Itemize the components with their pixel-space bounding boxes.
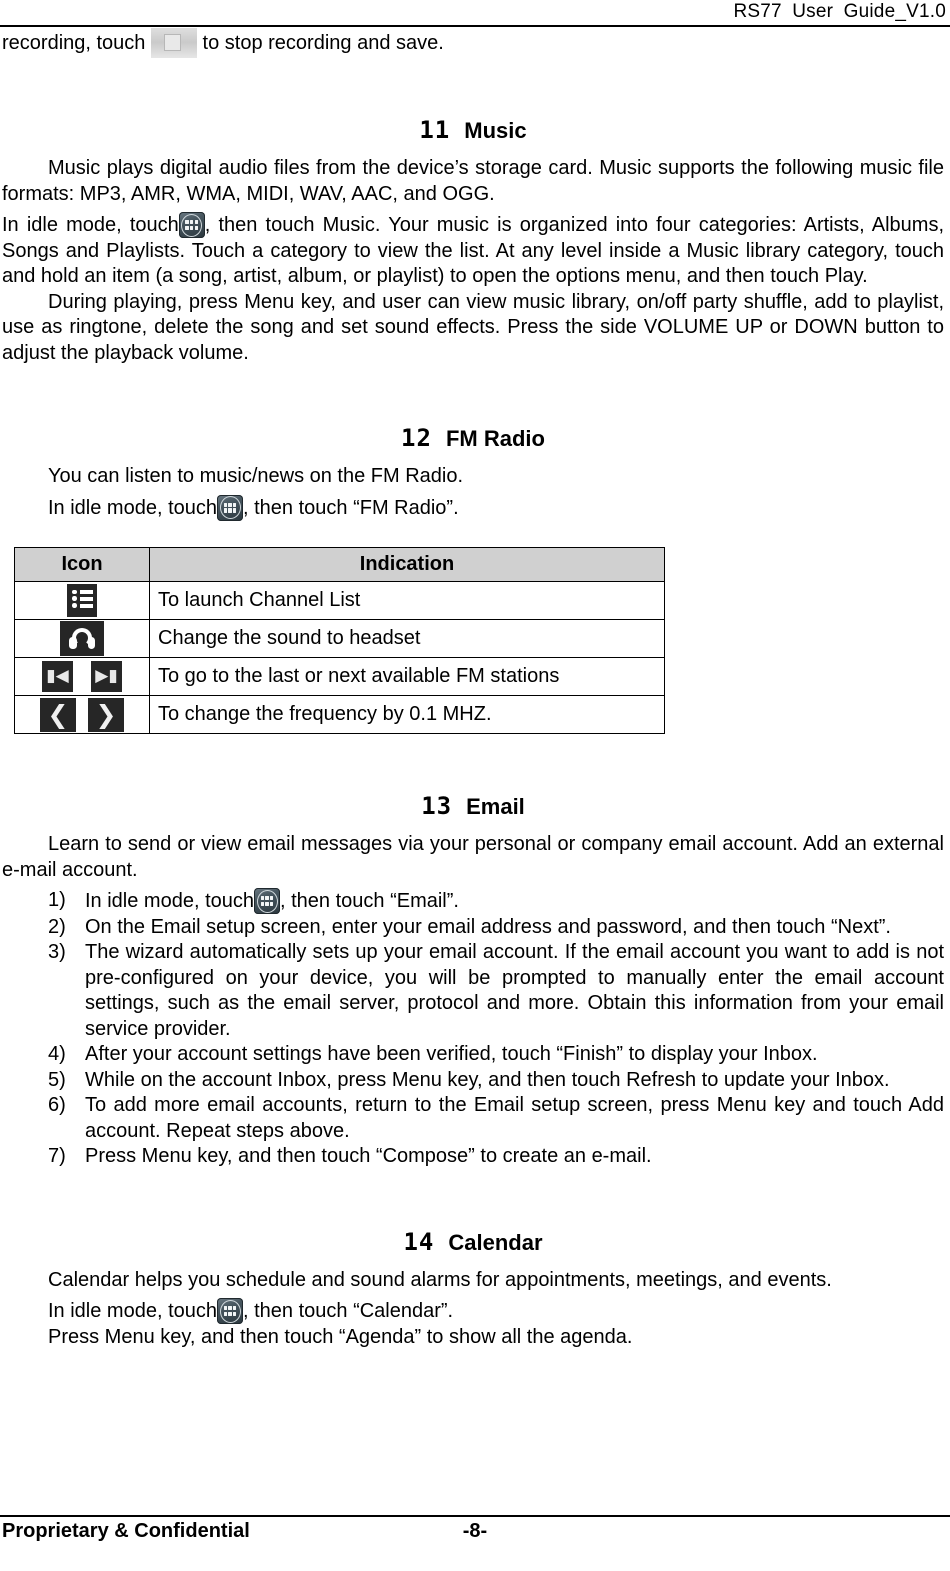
calendar-paragraph-1: Calendar helps you schedule and sound al…	[48, 1268, 832, 1291]
fm-radio-icon-table: Icon Indication To launch Channel List C…	[14, 547, 665, 734]
launcher-icon	[254, 888, 280, 914]
skip-previous-glyph: ▮◀	[46, 666, 69, 686]
list-item: While on the account Inbox, press Menu k…	[48, 1068, 890, 1093]
chevron-left-glyph: ❮	[47, 699, 69, 729]
list-item: Press Menu key, and then touch “Compose”…	[48, 1144, 652, 1169]
page-footer: Proprietary & Confidential -8-	[0, 1515, 950, 1557]
list-item: To add more email accounts, return to th…	[48, 1093, 944, 1142]
cell-indication: To go to the last or next available FM s…	[149, 657, 665, 696]
column-header-icon: Icon	[14, 547, 150, 582]
section-number: 14	[403, 1227, 435, 1256]
cell-indication: To change the frequency by 0.1 MHZ.	[149, 695, 665, 734]
list-rows	[72, 589, 93, 611]
section-heading-music: 11 Music	[2, 116, 944, 144]
table-row: Change the sound to headset	[14, 619, 665, 658]
calendar-paragraph-3: Press Menu key, and then touch “Agenda” …	[48, 1325, 633, 1348]
table-row: To launch Channel List	[14, 581, 665, 620]
headset-earcup-left	[69, 637, 77, 649]
fm-paragraph-2: In idle mode, touch , then touch “FM Radi…	[2, 494, 944, 522]
chevron-right-icon: ❯	[88, 697, 124, 732]
chevron-right-glyph: ❯	[95, 699, 117, 729]
continued-text-before: recording, touch	[2, 32, 151, 54]
step-text-before-icon: In idle mode, touch	[85, 890, 254, 912]
launcher-icon	[178, 212, 205, 238]
continued-text-after: to stop recording and save.	[196, 32, 444, 54]
launcher-icon	[217, 1298, 243, 1324]
chevron-left-icon: ❮	[40, 697, 76, 732]
cell-icon-channel-list	[14, 581, 150, 620]
section-title: Calendar	[448, 1229, 543, 1255]
fm-text-before-icon: In idle mode, touch	[48, 496, 217, 519]
music-paragraph-1: Music plays digital audio files from the…	[2, 157, 944, 205]
step-text-after-icon: , then touch “Email”.	[280, 890, 459, 912]
launcher-dot-grid	[223, 1306, 237, 1316]
footer-divider	[0, 1515, 950, 1517]
launcher-dot-grid	[185, 220, 199, 230]
cell-indication: Change the sound to headset	[149, 619, 665, 658]
list-item: After your account settings have been ve…	[48, 1042, 818, 1067]
cell-icon-headset	[14, 619, 150, 658]
section-heading-email: 13 Email	[2, 792, 944, 820]
skip-previous-icon: ▮◀	[42, 661, 73, 692]
column-header-indication: Indication	[149, 547, 665, 582]
table-row: ❮ ❯ To change the frequency by 0.1 MHZ.	[14, 695, 665, 734]
section-heading-calendar: 14 Calendar	[2, 1228, 944, 1256]
launcher-icon	[217, 494, 243, 521]
email-steps-list: In idle mode, touch , then touch “Email”.…	[2, 888, 944, 1170]
section-number: 13	[421, 792, 453, 820]
table-row: ▮◀ ▶▮ To go to the last or next available…	[14, 657, 665, 696]
section-heading-fm-radio: 12 FM Radio	[2, 424, 944, 452]
music-text-before-icon: In idle mode, touch	[2, 214, 179, 236]
skip-next-icon: ▶▮	[91, 661, 122, 692]
page-content: recording, touch to stop recording and s…	[0, 28, 950, 1350]
email-paragraph-1: Learn to send or view email messages via…	[2, 833, 944, 881]
fm-paragraph-1: You can listen to music/news on the FM R…	[48, 465, 464, 487]
section-number: 11	[419, 116, 451, 144]
calendar-paragraph-2: In idle mode, touch , then touch “Calenda…	[2, 1298, 944, 1325]
header-divider	[0, 25, 950, 27]
list-item: On the Email setup screen, enter your em…	[48, 915, 891, 940]
header-title: RS77 User Guide_V1.0	[733, 1, 946, 22]
headset-earcup-right	[87, 637, 95, 649]
document-page: RS77 User Guide_V1.0 recording, touch to…	[0, 0, 950, 1571]
cell-indication: To launch Channel List	[149, 581, 665, 620]
continued-paragraph: recording, touch to stop recording and s…	[2, 28, 944, 58]
fm-text-after-icon: , then touch “FM Radio”.	[243, 496, 459, 519]
list-item: In idle mode, touch , then touch “Email”.	[2, 888, 944, 915]
section-title: FM Radio	[445, 426, 545, 451]
calendar-text-before-icon: In idle mode, touch	[48, 1300, 217, 1322]
table-header-row: Icon Indication	[14, 547, 665, 582]
section-number: 12	[401, 424, 432, 452]
launcher-dot-grid	[260, 896, 274, 906]
calendar-text-after-icon: , then touch “Calendar”.	[243, 1300, 454, 1322]
cell-icon-skip-buttons: ▮◀ ▶▮	[14, 657, 150, 696]
page-number: -8-	[462, 1520, 488, 1542]
stop-recording-icon	[150, 28, 197, 58]
launcher-dot-grid	[223, 502, 237, 513]
page-header: RS77 User Guide_V1.0	[0, 0, 950, 27]
headset-icon	[60, 621, 104, 656]
cell-icon-chevron-buttons: ❮ ❯	[14, 695, 150, 734]
headset-shape	[69, 628, 95, 649]
channel-list-icon	[67, 584, 97, 617]
skip-next-glyph: ▶▮	[95, 666, 118, 686]
music-paragraph-3: During playing, press Menu key, and user…	[2, 290, 944, 364]
list-item: The wizard automatically sets up your em…	[48, 940, 944, 1040]
section-title: Email	[466, 794, 525, 819]
music-paragraph-2: In idle mode, touch, then touch Music. Y…	[2, 212, 944, 290]
section-title: Music	[464, 118, 527, 143]
